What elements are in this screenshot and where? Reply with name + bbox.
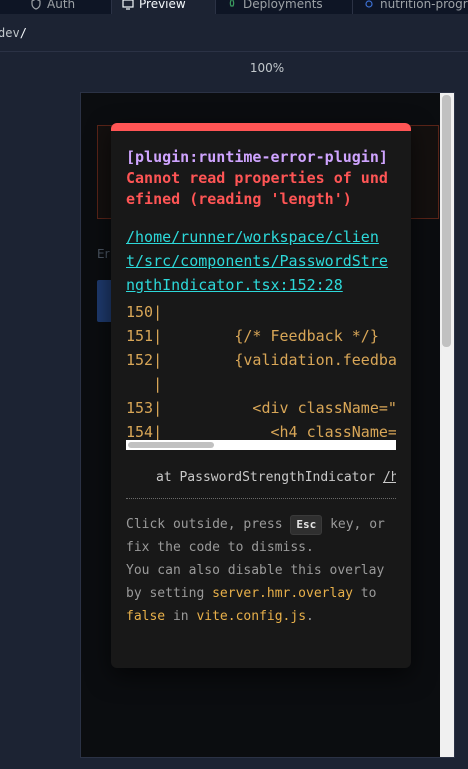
stack-link[interactable]: /home/runner/workspace/client: [383, 470, 396, 485]
frame-scroll-thumb[interactable]: [442, 95, 451, 347]
rocket-icon: [229, 0, 235, 7]
tab-nutrition-label: nutrition-progr: [380, 0, 468, 11]
tab-preview-label: Preview: [139, 0, 186, 11]
code-line: 151| {/* Feedback */}: [126, 327, 379, 345]
tab-nutrition[interactable]: nutrition-progr: [353, 0, 468, 14]
esc-key-badge: Esc: [290, 515, 323, 535]
tab-auth[interactable]: Auth: [20, 0, 112, 14]
tip-false: false: [126, 609, 166, 624]
tip-text-1: Click outside, press: [126, 517, 291, 532]
code-scroll-thumb[interactable]: [128, 442, 214, 448]
url-slash: /: [19, 25, 27, 40]
overlay-tip: Click outside, press Esc key, or fix the…: [126, 513, 396, 628]
tab-auth-label: Auth: [47, 0, 76, 11]
app-email-label: Er: [97, 247, 110, 261]
error-overlay: [plugin:runtime-error-plugin] Cannot rea…: [111, 123, 411, 668]
shield-icon: [31, 0, 41, 10]
frame-scrollbar[interactable]: [440, 93, 454, 757]
url-path: dev: [0, 25, 20, 40]
code-frame[interactable]: 150| 151| {/* Feedback */} 152| {validat…: [126, 300, 396, 440]
tip-config-file: vite.config.js: [196, 609, 307, 624]
settings-icon: [365, 0, 373, 8]
tab-deployments[interactable]: Deployments: [216, 0, 353, 14]
code-line: |: [126, 375, 163, 393]
error-file-link[interactable]: /home/runner/workspace/client/src/compon…: [126, 225, 396, 297]
error-plugin-name: [plugin:runtime-error-plugin]: [126, 148, 388, 166]
monitor-icon: [122, 0, 134, 10]
code-line: 154| <h4 className=: [126, 423, 396, 440]
tab-bar: Auth Preview Deployments nutrition-progr: [0, 0, 468, 14]
tab-preview[interactable]: Preview: [112, 0, 216, 14]
tip-setting: server.hmr.overlay: [212, 586, 353, 601]
stack-trace: at PasswordStrengthIndicator /home/runne…: [126, 468, 396, 488]
tab-deployments-label: Deployments: [243, 0, 323, 11]
zoom-level[interactable]: 100%: [0, 61, 468, 75]
code-line: 153| <div className=": [126, 399, 396, 417]
code-line: 152| {validation.feedback: [126, 351, 396, 369]
tip-text-5: in: [165, 609, 197, 624]
code-horizontal-scrollbar[interactable]: [126, 440, 396, 450]
url-text[interactable]: dev/: [0, 26, 27, 40]
stack-prefix: at PasswordStrengthIndicator: [156, 470, 383, 485]
code-line: 150|: [126, 303, 163, 321]
url-bar[interactable]: dev/: [0, 14, 468, 52]
tip-text-6: .: [306, 609, 314, 624]
tip-text-4: to: [352, 586, 377, 601]
error-title: [plugin:runtime-error-plugin] Cannot rea…: [126, 147, 396, 210]
overlay-divider: [126, 498, 396, 499]
